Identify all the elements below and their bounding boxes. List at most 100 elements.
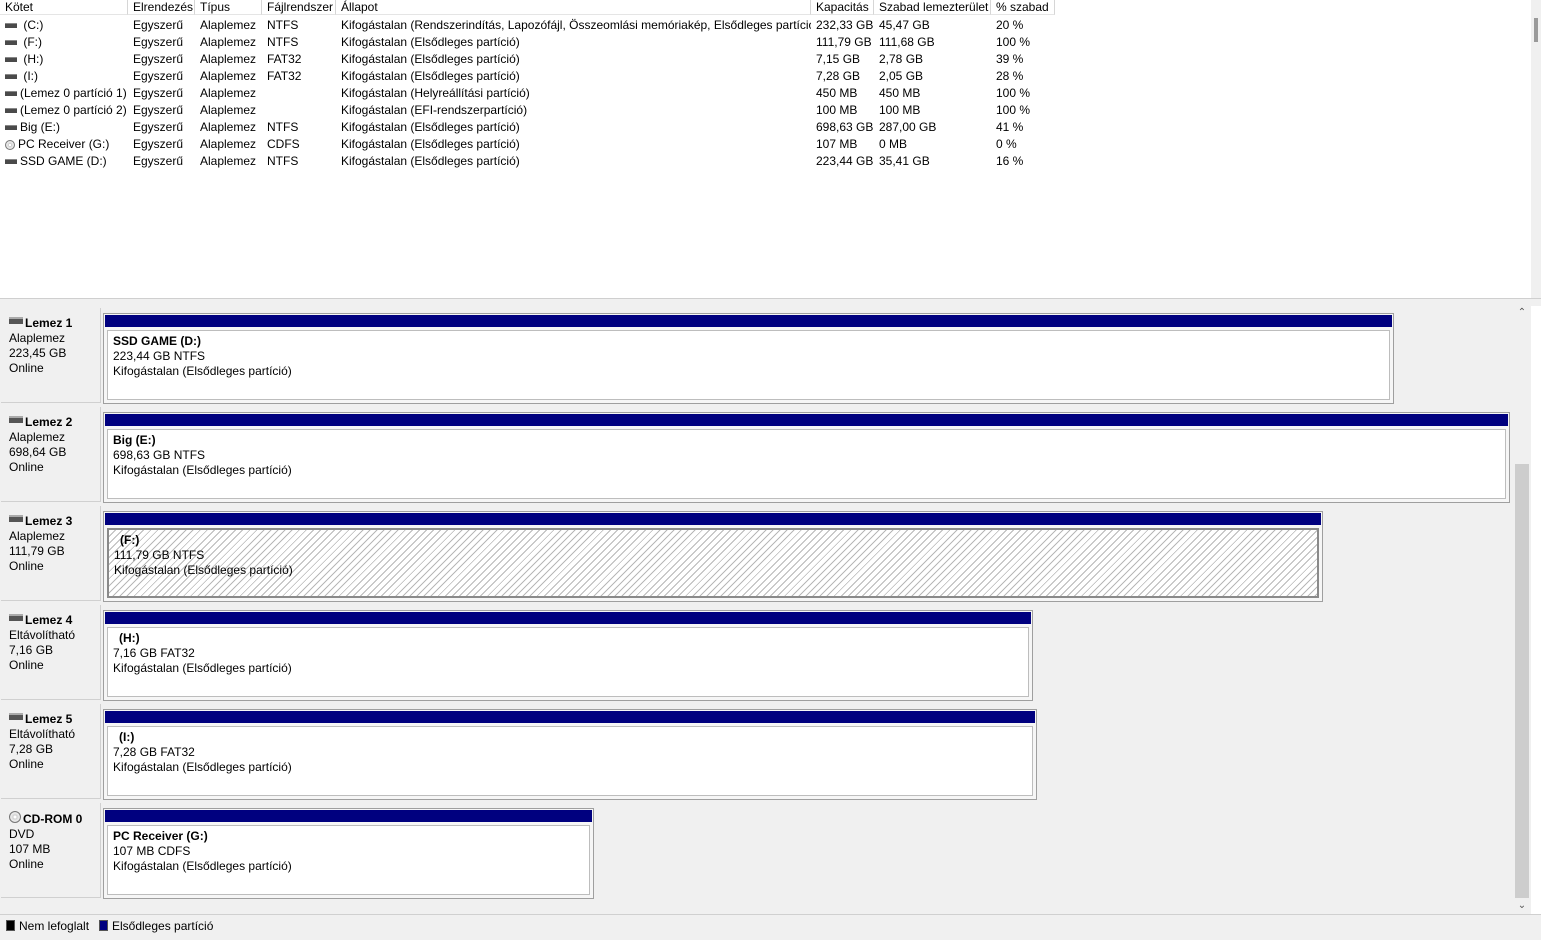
cell-percent-free: 41 % [996,120,1024,134]
cell-status: Kifogástalan (Elsődleges partíció) [341,35,520,49]
partition-block[interactable]: SSD GAME (D:) 223,44 GB NTFS Kifogástalan … [103,313,1394,404]
cell-status: Kifogástalan (Rendszerindítás, Lapozófáj… [341,18,811,32]
partition-block[interactable]: (H:) 7,16 GB FAT32 Kifogástalan (Elsődlege… [103,610,1033,701]
disk-type: Alaplemez [9,430,66,444]
column-header-layout[interactable]: Elrendezés [128,0,195,15]
cell-capacity: 7,28 GB [816,69,861,83]
cell-capacity: 111,79 GB [816,35,872,49]
table-row[interactable]: (C:) Egyszerű Alaplemez NTFS Kifogástalan (R… [0,17,1531,34]
cell-filesystem: NTFS [267,18,299,32]
table-row[interactable]: (Lemez 0 partíció 1) Egyszerű Alaplemez Kif… [0,85,1531,102]
cell-layout: Egyszerű [133,103,184,117]
table-row[interactable]: (F:) Egyszerű Alaplemez NTFS Kifogástalan (E… [0,34,1531,51]
column-header-filesystem[interactable]: Fájlrendszer [262,0,336,15]
cell-capacity: 232,33 GB [816,18,874,32]
table-row[interactable]: (I:) Egyszerű Alaplemez FAT32 Kifogástalan (… [0,68,1531,85]
partition-status: Kifogástalan (Elsődleges partíció) [113,661,292,675]
disk-info[interactable]: Lemez 2 Alaplemez 698,64 GB Online [1,407,101,502]
table-row[interactable]: (Lemez 0 partíció 2) Egyszerű Alaplemez Kif… [0,102,1531,119]
partition-title: (F:) [120,533,140,547]
drive-icon [9,416,23,423]
disk-row: Lemez 3 Alaplemez 111,79 GB Online (F:) 111,7… [0,504,1513,603]
partition-detail: 223,44 GB NTFS [113,349,206,363]
table-row[interactable]: (H:) Egyszerű Alaplemez FAT32 Kifogástalan (… [0,51,1531,68]
cell-layout: Egyszerű [133,35,184,49]
drive-icon [5,108,17,114]
cell-free-space: 0 MB [879,137,908,151]
cell-capacity: 223,44 GB [816,154,874,168]
column-header-capacity[interactable]: Kapacitás [811,0,874,15]
cell-status: Kifogástalan (Elsődleges partíció) [341,52,520,66]
cell-free-space: 2,78 GB [879,52,924,66]
disk-info[interactable]: Lemez 4 Eltávolítható 7,16 GB Online [1,605,101,700]
partition-body[interactable]: PC Receiver (G:) 107 MB CDFS Kifogástalan … [107,825,590,895]
pane-splitter[interactable] [0,298,1541,306]
drive-icon [5,91,17,97]
cell-type: Alaplemez [200,86,257,100]
scroll-up-arrow-icon[interactable]: ⌃ [1517,308,1527,318]
partition-detail: 7,16 GB FAT32 [113,646,195,660]
disk-state: Online [9,757,44,771]
disk-info[interactable]: CD-ROM 0 DVD 107 MB Online [1,803,101,898]
disk-name: CD-ROM 0 [9,811,100,827]
cell-filesystem: NTFS [267,154,299,168]
partition-body[interactable]: (H:) 7,16 GB FAT32 Kifogástalan (Elsődlege… [107,627,1029,697]
disk-size: 223,45 GB [9,346,67,360]
disk-type: Alaplemez [9,331,66,345]
table-row[interactable]: SSD GAME (D:) Egyszerű Alaplemez NTFS Kifogá… [0,153,1531,170]
drive-icon [5,159,17,165]
volume-list-scrollbar[interactable] [1531,0,1541,298]
volume-list[interactable]: Kötet Elrendezés Típus Fájlrendszer Álla… [0,0,1531,298]
column-header-percent-free[interactable]: % szabad [991,0,1055,15]
cell-filesystem: CDFS [267,137,300,151]
column-header-type[interactable]: Típus [195,0,262,15]
partition-block[interactable]: PC Receiver (G:) 107 MB CDFS Kifogástalan … [103,808,594,899]
primary-partition-bar [105,711,1035,723]
drive-icon [9,614,23,621]
partition-title: PC Receiver (G:) [113,829,208,843]
cell-layout: Egyszerű [133,120,184,134]
partition-block[interactable]: (F:) 111,79 GB NTFS Kifogástalan (Elsődleg… [103,511,1323,602]
list-header: Kötet Elrendezés Típus Fájlrendszer Álla… [0,0,1531,16]
partition-detail: 7,28 GB FAT32 [113,745,195,759]
primary-partition-bar [105,513,1321,525]
legend: Nem lefoglalt Elsődleges partíció [0,914,1541,940]
disk-type: Eltávolítható [9,727,76,741]
disk-view-scrollbar[interactable]: ⌃ ⌄ [1513,306,1531,914]
drive-icon [5,40,17,46]
legend-item-unallocated: Nem lefoglalt [6,920,89,933]
column-header-volume[interactable]: Kötet [0,0,128,15]
column-header-free-space[interactable]: Szabad lemezterület [874,0,991,15]
disk-size: 7,28 GB [9,742,54,756]
partition-block[interactable]: (I:) 7,28 GB FAT32 Kifogástalan (Elsődlege… [103,709,1037,800]
partition-block[interactable]: Big (E:) 698,63 GB NTFS Kifogástalan (Első… [103,412,1510,503]
cell-percent-free: 0 % [996,137,1017,151]
cell-layout: Egyszerű [133,86,184,100]
partition-body[interactable]: (F:) 111,79 GB NTFS Kifogástalan (Elsődleg… [107,528,1319,598]
drive-icon [9,317,23,324]
disk-info[interactable]: Lemez 5 Eltávolítható 7,28 GB Online [1,704,101,799]
disk-size: 111,79 GB [9,544,65,558]
scroll-down-arrow-icon[interactable]: ⌄ [1517,901,1527,911]
disk-name: Lemez 2 [9,415,100,430]
partition-detail: 111,79 GB NTFS [114,548,205,562]
partition-body[interactable]: (I:) 7,28 GB FAT32 Kifogástalan (Elsődlege… [107,726,1033,796]
cell-free-space: 450 MB [879,86,921,100]
disk-row: Lemez 5 Eltávolítható 7,28 GB Online (I:) 7,2… [0,702,1513,801]
scrollbar-thumb[interactable] [1515,464,1529,898]
disk-info[interactable]: Lemez 3 Alaplemez 111,79 GB Online [1,506,101,601]
column-header-status[interactable]: Állapot [336,0,811,15]
partition-title: (H:) [119,631,140,645]
disk-type: Alaplemez [9,529,66,543]
table-row[interactable]: PC Receiver (G:) Egyszerű Alaplemez CDFS Kif… [0,136,1531,153]
scrollbar-thumb[interactable] [1534,18,1538,42]
drive-icon [5,57,17,63]
partition-body[interactable]: SSD GAME (D:) 223,44 GB NTFS Kifogástalan … [107,330,1390,400]
cell-status: Kifogástalan (Helyreállítási partíció) [341,86,530,100]
table-row[interactable]: Big (E:) Egyszerű Alaplemez NTFS Kifogástala… [0,119,1531,136]
cell-filesystem: FAT32 [267,69,302,83]
disk-info[interactable]: Lemez 1 Alaplemez 223,45 GB Online [1,308,101,403]
cell-volume-name: Big (E:) [0,119,128,136]
drive-icon [5,23,17,29]
partition-body[interactable]: Big (E:) 698,63 GB NTFS Kifogástalan (Első… [107,429,1506,499]
